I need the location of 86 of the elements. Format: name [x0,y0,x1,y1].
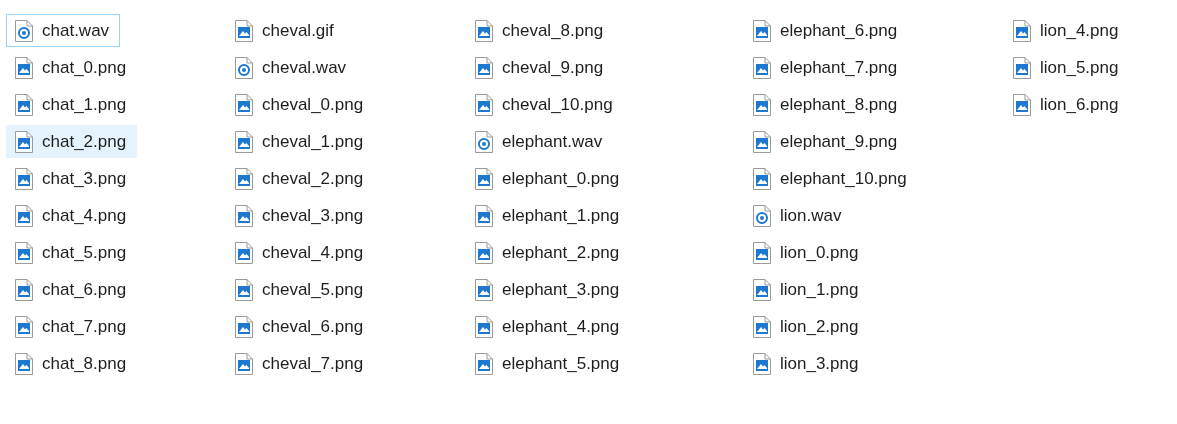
audio-file-icon [752,203,772,228]
image-file-icon [14,240,34,265]
file-item[interactable]: cheval_6.png [226,310,375,343]
image-file-icon [752,18,772,43]
image-file-icon [474,18,494,43]
image-file-icon [14,277,34,302]
image-file-icon [14,314,34,339]
image-file-icon [474,92,494,117]
file-item[interactable]: elephant_8.png [744,88,909,121]
file-item[interactable]: elephant.wav [466,125,614,158]
image-file-icon [474,277,494,302]
file-item[interactable]: elephant_10.png [744,162,918,195]
file-item[interactable]: elephant_5.png [466,347,631,380]
file-item[interactable]: elephant_2.png [466,236,631,269]
image-file-icon [1012,18,1032,43]
file-item[interactable]: elephant_4.png [466,310,631,343]
image-file-icon [234,351,254,376]
file-item[interactable]: elephant_1.png [466,199,631,232]
image-file-icon [474,240,494,265]
file-item[interactable]: elephant_7.png [744,51,909,84]
image-file-icon [14,166,34,191]
image-file-icon [752,351,772,376]
image-file-icon [14,55,34,80]
image-file-icon [474,351,494,376]
file-item[interactable]: cheval.gif [226,14,345,47]
file-item[interactable]: lion_6.png [1004,88,1130,121]
file-item[interactable]: chat_7.png [6,310,138,343]
file-item[interactable]: chat_4.png [6,199,138,232]
file-item[interactable]: chat_1.png [6,88,138,121]
image-file-icon [1012,92,1032,117]
file-item[interactable]: lion_4.png [1004,14,1130,47]
file-item[interactable]: lion_3.png [744,347,870,380]
image-file-icon [14,129,34,154]
image-file-icon [234,314,254,339]
image-file-icon [474,203,494,228]
file-item[interactable]: lion_2.png [744,310,870,343]
file-item[interactable]: lion_0.png [744,236,870,269]
image-file-icon [752,166,772,191]
file-item[interactable]: lion_1.png [744,273,870,306]
file-item[interactable]: cheval_5.png [226,273,375,306]
image-file-icon [234,240,254,265]
file-item[interactable]: chat_0.png [6,51,138,84]
file-item[interactable]: cheval.wav [226,51,358,84]
image-file-icon [752,92,772,117]
image-file-icon [474,55,494,80]
image-file-icon [14,351,34,376]
file-item[interactable]: chat_3.png [6,162,138,195]
image-file-icon [14,92,34,117]
image-file-icon [752,314,772,339]
image-file-icon [234,18,254,43]
image-file-icon [234,92,254,117]
image-file-icon [234,129,254,154]
file-item[interactable]: lion_5.png [1004,51,1130,84]
file-item[interactable]: cheval_8.png [466,14,615,47]
file-item[interactable]: cheval_2.png [226,162,375,195]
file-item[interactable]: chat_2.png [6,125,138,158]
file-item[interactable]: elephant_6.png [744,14,909,47]
file-item[interactable]: lion.wav [744,199,853,232]
audio-file-icon [14,18,34,43]
file-item[interactable]: chat_8.png [6,347,138,380]
file-item[interactable]: cheval_10.png [466,88,624,121]
image-file-icon [752,277,772,302]
image-file-icon [474,314,494,339]
image-file-icon [752,240,772,265]
image-file-icon [234,166,254,191]
image-file-icon [752,129,772,154]
file-item[interactable]: elephant_9.png [744,125,909,158]
image-file-icon [234,203,254,228]
file-item[interactable]: chat_5.png [6,236,138,269]
image-file-icon [234,277,254,302]
file-item[interactable]: elephant_3.png [466,273,631,306]
audio-file-icon [474,129,494,154]
file-item[interactable]: chat.wav [6,14,121,47]
audio-file-icon [234,55,254,80]
file-item[interactable]: cheval_0.png [226,88,375,121]
file-item[interactable]: elephant_0.png [466,162,631,195]
file-item[interactable]: cheval_1.png [226,125,375,158]
image-file-icon [752,55,772,80]
image-file-icon [14,203,34,228]
file-item[interactable]: cheval_4.png [226,236,375,269]
file-item[interactable]: cheval_7.png [226,347,375,380]
file-item[interactable]: chat_6.png [6,273,138,306]
image-file-icon [1012,55,1032,80]
file-item[interactable]: cheval_9.png [466,51,615,84]
file-item[interactable]: cheval_3.png [226,199,375,232]
image-file-icon [474,166,494,191]
